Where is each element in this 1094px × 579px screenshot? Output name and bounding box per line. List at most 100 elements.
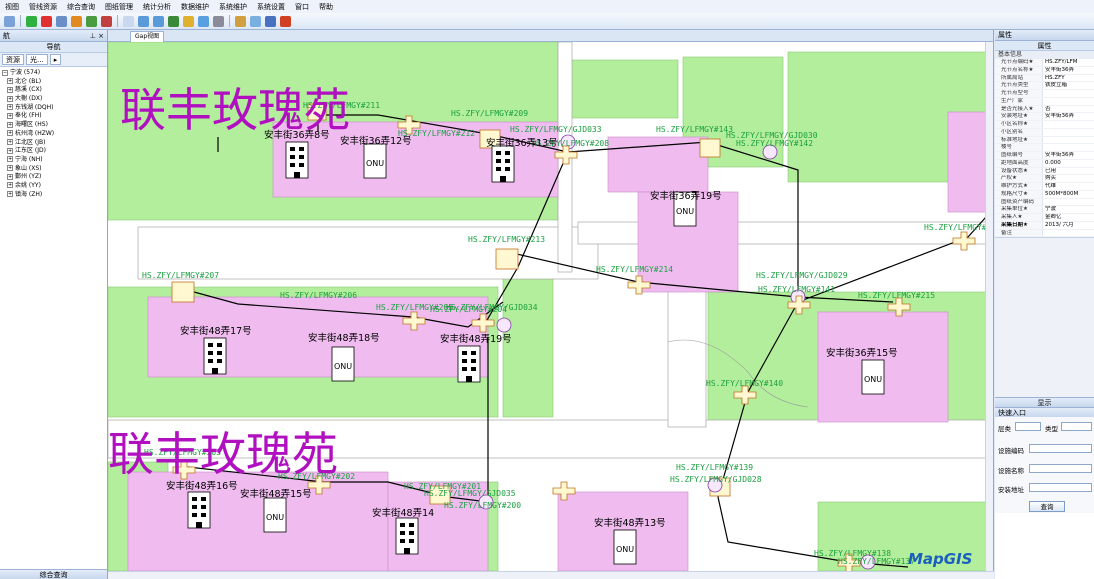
tree-item[interactable]: + 江北区 (JB): [0, 139, 107, 148]
info-icon[interactable]: [265, 15, 276, 27]
delete-icon[interactable]: [41, 15, 52, 27]
expand-icon[interactable]: +: [7, 191, 13, 198]
comprehensive-query-tab[interactable]: 综合查询: [0, 569, 107, 579]
tree-item[interactable]: + 余姚 (YY): [0, 182, 107, 191]
vertical-scrollbar[interactable]: [985, 42, 993, 571]
menu-item[interactable]: 图纸管理: [100, 2, 138, 12]
menu-item[interactable]: 系统维护: [214, 2, 252, 12]
menu-item[interactable]: 综合查询: [62, 2, 100, 12]
apartment-icon[interactable]: [285, 141, 309, 179]
property-row[interactable]: 光节点名称★ 安丰街36弄: [995, 66, 1094, 75]
property-row[interactable]: 规格尺寸★ 500M*800M: [995, 190, 1094, 199]
tree-item[interactable]: + 镇海 (ZH): [0, 191, 107, 200]
tab-resource[interactable]: 资源: [2, 54, 24, 65]
expand-icon[interactable]: +: [7, 78, 13, 85]
expand-icon[interactable]: +: [7, 165, 13, 172]
onu-device-icon[interactable]: ONU: [613, 529, 637, 565]
onu-device-icon[interactable]: ONU: [331, 346, 355, 382]
property-row[interactable]: 备注: [995, 229, 1094, 238]
map-canvas[interactable]: ONU ONU ONU ONU ONU ONU HS.ZFY/LFMGY#211 HS.ZF…: [108, 42, 986, 571]
property-row[interactable]: 小区名称★: [995, 121, 1094, 129]
tab-optical[interactable]: 光...: [26, 54, 48, 65]
cabinet-node[interactable]: [699, 138, 721, 158]
tree-item[interactable]: + 宁海 (NH): [0, 156, 107, 165]
apartment-icon[interactable]: [491, 145, 515, 183]
property-row[interactable]: 采集人★ 金卿亿: [995, 214, 1094, 222]
property-row[interactable]: 楼号: [995, 144, 1094, 152]
copy-icon[interactable]: [56, 15, 67, 27]
property-row[interactable]: 距地面高度 0.000: [995, 159, 1094, 168]
layer-icon[interactable]: [235, 15, 246, 27]
expand-icon[interactable]: +: [7, 121, 13, 128]
menu-item[interactable]: 统计分析: [138, 2, 176, 12]
map-svg[interactable]: ONUONUONUONUONUONU HS.ZFY/LFMGY#211HS.ZF…: [108, 42, 986, 571]
property-row[interactable]: 是否光接入★ 否: [995, 105, 1094, 114]
tree-item[interactable]: + 象山 (XS): [0, 165, 107, 174]
show-button[interactable]: 显示: [995, 397, 1094, 408]
property-row[interactable]: 光节点型号: [995, 90, 1094, 98]
property-row[interactable]: 光节点类型 铁皮立箱: [995, 82, 1094, 90]
expand-icon[interactable]: +: [7, 95, 13, 102]
horizontal-scrollbar[interactable]: [108, 571, 994, 579]
menu-item[interactable]: 窗口: [290, 2, 314, 12]
address-input[interactable]: [1029, 483, 1092, 493]
expand-icon[interactable]: +: [7, 139, 13, 145]
property-row[interactable]: 标准地址★: [995, 136, 1094, 145]
menu-item[interactable]: 管线资源: [24, 2, 62, 12]
tree-item[interactable]: + 杭州湾 (HZW): [0, 130, 107, 139]
name-input[interactable]: [1029, 464, 1092, 474]
print-icon[interactable]: [213, 15, 224, 27]
apartment-icon[interactable]: [395, 517, 419, 555]
expand-icon[interactable]: +: [7, 112, 13, 119]
property-row[interactable]: 图纸资产编码: [995, 198, 1094, 207]
tree-item[interactable]: + 奉化 (FH): [0, 112, 107, 121]
expand-icon[interactable]: +: [7, 104, 13, 111]
expand-icon[interactable]: +: [7, 147, 13, 154]
type-select[interactable]: [1061, 422, 1092, 432]
property-row[interactable]: 小区别名: [995, 128, 1094, 137]
property-row[interactable]: 所属局站 HS.ZFY: [995, 74, 1094, 83]
property-row[interactable]: 安装地址★ 安丰街36弄: [995, 113, 1094, 121]
cabinet-node[interactable]: [171, 281, 195, 303]
tab-more[interactable]: ▸: [49, 54, 62, 65]
expand-icon[interactable]: +: [7, 130, 13, 137]
zoom-out-icon[interactable]: [153, 15, 164, 27]
property-row[interactable]: 图纸编号 安丰街36弄: [995, 152, 1094, 160]
property-row[interactable]: 光节点编码★ HS.ZFY/LFM: [995, 59, 1094, 67]
expand-icon[interactable]: +: [7, 156, 13, 163]
brush-icon[interactable]: [101, 15, 112, 27]
property-group-basic[interactable]: 基本信息: [995, 51, 1094, 59]
menu-item[interactable]: 帮助: [314, 2, 338, 12]
property-row[interactable]: 采集日期★ 2013/ 六月: [995, 221, 1094, 230]
query-button[interactable]: 查询: [1029, 501, 1065, 513]
refresh-icon[interactable]: [198, 15, 209, 27]
property-row[interactable]: 采集单位★ 宁波: [995, 206, 1094, 214]
tree-item[interactable]: + 江东区 (JD): [0, 147, 107, 156]
apartment-icon[interactable]: [203, 337, 227, 375]
menu-item[interactable]: 视图: [0, 2, 24, 12]
paint-icon[interactable]: [71, 15, 82, 27]
list-icon[interactable]: [4, 15, 15, 27]
onu-device-icon[interactable]: ONU: [263, 497, 287, 533]
add-icon[interactable]: [26, 15, 37, 27]
menu-item[interactable]: 系统设置: [252, 2, 290, 12]
property-row[interactable]: 生产厂家: [995, 97, 1094, 106]
code-input[interactable]: [1029, 444, 1092, 454]
collapse-icon[interactable]: −: [2, 69, 8, 76]
tree-root[interactable]: − 宁波 (574): [0, 69, 107, 78]
tree-item[interactable]: + 鄞州 (YZ): [0, 173, 107, 182]
tree-item[interactable]: + 海曙区 (HS): [0, 121, 107, 130]
apartment-icon[interactable]: [457, 345, 481, 383]
apartment-icon[interactable]: [187, 491, 211, 529]
zoom-in-icon[interactable]: [138, 15, 149, 27]
property-row[interactable]: 设备状态★ 已用: [995, 167, 1094, 176]
exit-icon[interactable]: [280, 15, 291, 27]
pen-icon[interactable]: [86, 15, 97, 27]
tab-gap-view[interactable]: Gap视图: [130, 31, 165, 42]
tree-item[interactable]: + 慈溪 (CX): [0, 86, 107, 95]
tree-item[interactable]: + 大榭 (DX): [0, 95, 107, 104]
expand-icon[interactable]: +: [7, 86, 13, 93]
measure-icon[interactable]: [250, 15, 261, 27]
onu-device-icon[interactable]: ONU: [363, 143, 387, 179]
menu-item[interactable]: 数据维护: [176, 2, 214, 12]
